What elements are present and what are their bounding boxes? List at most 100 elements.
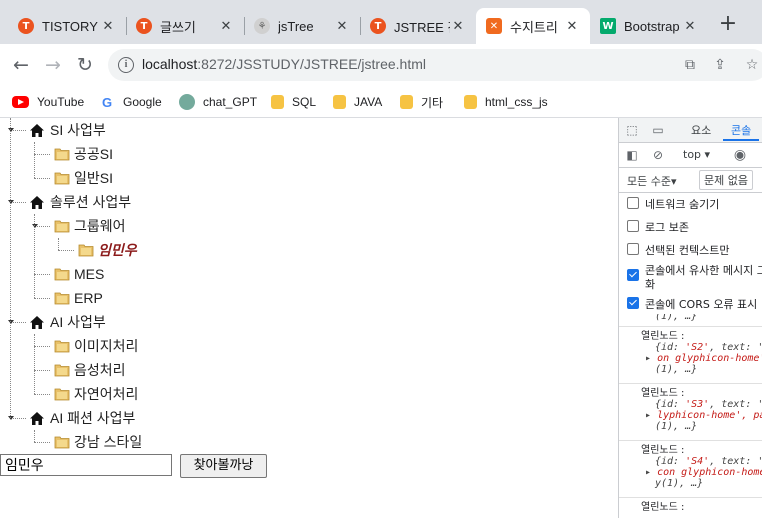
checkbox[interactable] <box>627 220 639 232</box>
tistory-icon: T <box>136 18 152 34</box>
tree-node[interactable]: 이미지처리 <box>54 335 138 357</box>
tab-jstree-guide[interactable]: T JSTREE 간 ✕ <box>360 8 476 44</box>
option-cors-errors[interactable]: 콘솔에 CORS 오류 표시 <box>627 296 757 312</box>
close-icon[interactable]: ✕ <box>450 19 466 34</box>
bookmark-chatgpt[interactable]: chat_GPT <box>179 92 257 112</box>
option-label: 콘솔에서 유사한 메시지 그 <box>645 264 762 277</box>
expand-triangle-icon[interactable]: ▸ <box>645 410 651 421</box>
checkbox[interactable] <box>627 243 639 255</box>
tree-connector <box>58 238 59 250</box>
issues-button[interactable]: 문제 없음 <box>699 170 753 190</box>
tree-node[interactable]: ERP <box>54 287 103 309</box>
bookmark-sql-folder[interactable]: SQL <box>271 92 316 112</box>
expand-arrow-icon[interactable] <box>8 320 14 324</box>
tree-node[interactable]: 음성처리 <box>54 359 126 381</box>
bookmark-java-folder[interactable]: JAVA <box>333 92 382 112</box>
tree-node[interactable]: AI 패션 사업부 <box>30 407 135 429</box>
close-icon[interactable]: ✕ <box>334 19 350 34</box>
search-button[interactable]: 찾아볼까낭 <box>180 454 267 478</box>
clear-console-icon[interactable]: ⊘ <box>651 148 665 162</box>
console-log-entry: 열린노드 : <box>619 497 762 518</box>
expand-arrow-icon[interactable] <box>32 224 38 228</box>
back-arrow-icon[interactable]: ← <box>9 53 33 77</box>
bookmark-etc-folder[interactable]: 기타 <box>400 92 443 112</box>
log-heading: 열린노드 : <box>641 331 685 342</box>
bookmark-star-icon[interactable]: ☆ <box>744 57 760 73</box>
log-line[interactable]: ▸ lyphicon-home', pa <box>645 410 762 421</box>
tree-node[interactable]: 솔루션 사업부 <box>30 191 131 213</box>
tree-node-label: 일반SI <box>74 170 113 186</box>
tree-node[interactable]: 자연어처리 <box>54 383 138 405</box>
option-group-similar[interactable]: 콘솔에서 유사한 메시지 그화 <box>627 264 762 292</box>
inspect-icon[interactable]: ⬚ <box>625 123 639 137</box>
checkbox[interactable] <box>627 269 639 281</box>
checkbox[interactable] <box>627 297 639 309</box>
tab-tistory[interactable]: T TISTORY ✕ <box>8 8 126 44</box>
levels-select[interactable]: 모든 수준▾ <box>627 173 677 189</box>
log-line[interactable]: ▸ on glyphicon-home' <box>645 353 762 364</box>
search-input[interactable] <box>0 454 172 476</box>
tab-bootstrap[interactable]: W Bootstrap ✕ <box>590 8 708 44</box>
bookmark-label: html_css_js <box>485 95 548 109</box>
close-icon[interactable]: ✕ <box>682 19 698 34</box>
tab-jstree[interactable]: ⚘ jsTree ✕ <box>244 8 360 44</box>
folder-icon <box>464 95 477 109</box>
close-icon[interactable]: ✕ <box>218 19 234 34</box>
console-log-entry: 열린노드 : {id: 'S2', text: ' ▸ on glyphicon… <box>619 326 762 383</box>
tree-connector <box>34 178 50 179</box>
share-icon[interactable]: ⇪ <box>712 57 728 73</box>
folder-icon <box>78 243 94 257</box>
address-bar[interactable]: i localhost:8272/JSSTUDY/JSTREE/jstree.h… <box>108 49 762 81</box>
tab-console[interactable]: 콘솔 <box>731 122 751 138</box>
tree-node-label: 이미지처리 <box>74 338 139 354</box>
tree-node[interactable]: 그룹웨어 <box>54 215 126 237</box>
checkbox[interactable] <box>627 197 639 209</box>
tree-node[interactable]: 일반SI <box>54 167 113 189</box>
tree-node[interactable]: SI 사업부 <box>30 119 106 141</box>
log-line[interactable]: ▸ con glyphicon-home <box>645 467 762 478</box>
home-icon <box>30 123 44 137</box>
home-icon <box>30 195 44 209</box>
tab-suji-tree[interactable]: ✕ 수지트리 ✕ <box>476 8 590 44</box>
xampp-icon: ✕ <box>486 18 502 34</box>
tree-node[interactable]: 공공SI <box>54 143 113 165</box>
folder-icon <box>400 95 413 109</box>
expand-arrow-icon[interactable] <box>8 128 14 132</box>
expand-arrow-icon[interactable] <box>8 416 14 420</box>
w3-icon: W <box>600 18 616 34</box>
eye-icon[interactable]: ◉ <box>733 148 747 162</box>
chevron-down-icon: ▾ <box>670 175 677 188</box>
tab-elements[interactable]: 요소 <box>691 122 711 138</box>
bookmark-youtube[interactable]: YouTube <box>12 92 84 112</box>
expand-triangle-icon[interactable]: ▸ <box>645 467 651 478</box>
tree-node[interactable]: 강남 스타일 <box>54 431 142 453</box>
context-value: top <box>683 148 702 161</box>
info-icon[interactable]: i <box>118 57 134 73</box>
close-icon[interactable]: ✕ <box>564 19 580 34</box>
tab-write[interactable]: T 글쓰기 ✕ <box>126 8 244 44</box>
tree-node[interactable]: MES <box>54 263 104 285</box>
option-hide-network[interactable]: 네트워크 숨기기 <box>627 196 719 212</box>
tree-node[interactable]: AI 사업부 <box>30 311 106 333</box>
bookmark-html-folder[interactable]: html_css_js <box>464 92 548 112</box>
sidebar-toggle-icon[interactable]: ◧ <box>625 148 639 162</box>
reload-icon[interactable]: ↻ <box>73 53 97 77</box>
context-select[interactable]: top ▾ <box>683 148 710 161</box>
tree-node-label: 임민우 <box>98 242 137 258</box>
expand-arrow-icon[interactable] <box>8 200 14 204</box>
option-selected-context[interactable]: 선택된 컨텍스트만 <box>627 242 729 258</box>
tree-connector <box>34 346 50 347</box>
new-tab-button[interactable]: + <box>716 13 740 37</box>
device-toolbar-icon[interactable]: ▭ <box>651 123 665 137</box>
tree-connector <box>34 394 50 395</box>
url-path: :8272/JSSTUDY/JSTREE/jstree.html <box>197 56 427 72</box>
tree-node[interactable]: 임민우 <box>78 239 137 261</box>
option-preserve-log[interactable]: 로그 보존 <box>627 219 689 235</box>
close-icon[interactable]: ✕ <box>100 19 116 34</box>
bookmark-google[interactable]: G Google <box>99 92 162 112</box>
tree-connector <box>10 118 11 418</box>
bookmark-label: 기타 <box>421 95 444 110</box>
expand-triangle-icon[interactable]: ▸ <box>645 353 651 364</box>
forward-arrow-icon[interactable]: → <box>41 53 65 77</box>
translate-icon[interactable]: ⧉ <box>682 57 698 73</box>
